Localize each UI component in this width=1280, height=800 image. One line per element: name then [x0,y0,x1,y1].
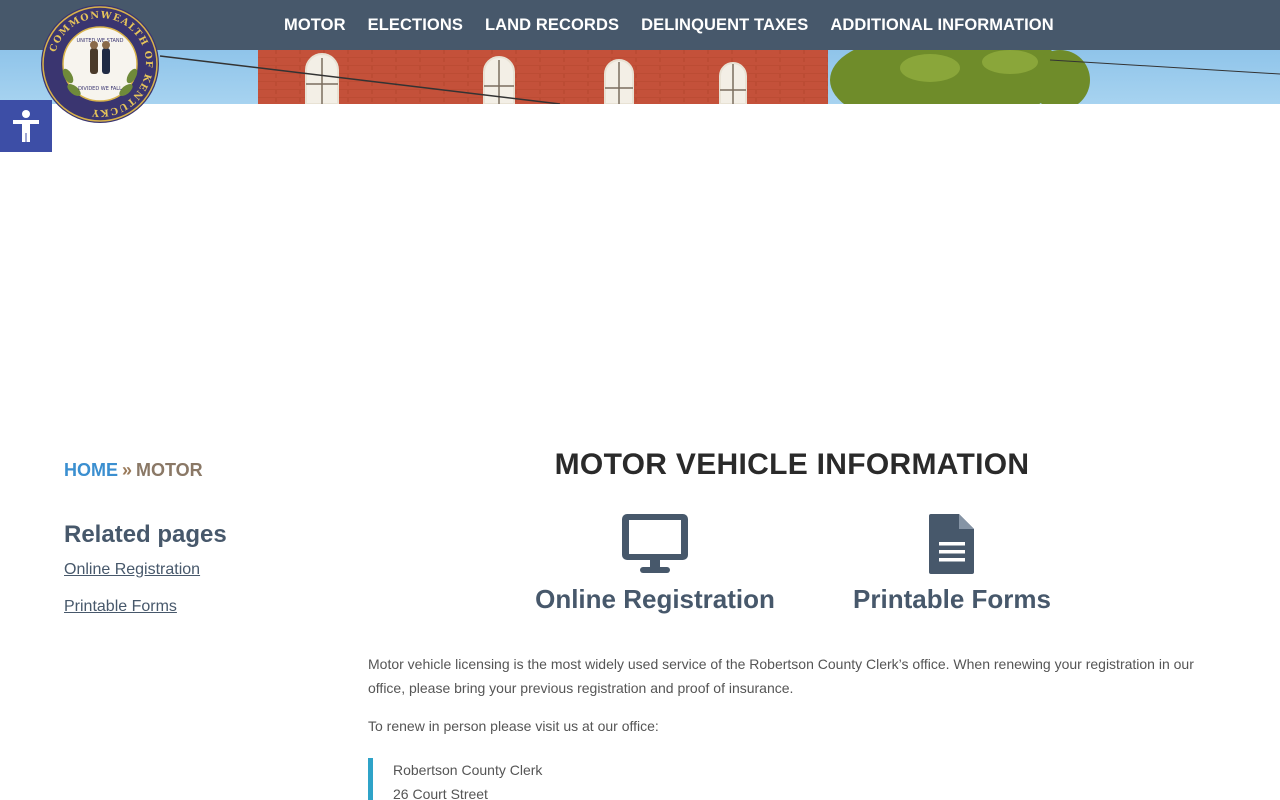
nav-item-elections[interactable]: ELECTIONS [368,16,463,35]
site-header: MOTOR ELECTIONS LAND RECORDS DELINQUENT … [0,0,1280,104]
online-registration-label: Online Registration [535,584,775,614]
address-block: Robertson County Clerk 26 Court Street [368,758,542,800]
nav-item-land-records[interactable]: LAND RECORDS [485,16,619,35]
breadcrumb-separator: » [122,460,133,480]
monitor-icon [622,514,688,573]
svg-text:UNITED WE STAND: UNITED WE STAND [76,38,123,44]
accessibility-icon [13,110,39,142]
breadcrumb-home-link[interactable]: HOME [64,460,118,480]
printable-forms-card[interactable]: Printable Forms [846,512,1058,615]
intro-paragraph: Motor vehicle licensing is the most wide… [368,656,1194,696]
related-link-printable-forms[interactable]: Printable Forms [64,598,177,616]
related-pages-heading: Related pages [64,521,227,548]
kentucky-seal-logo[interactable]: COMMONWEALTH OF KENTUCKY UNITED WE STAND… [40,4,160,124]
page-title: MOTOR VEHICLE INFORMATION [554,448,1030,481]
address-line-2: 26 Court Street [393,786,488,800]
renew-paragraph: To renew in person please visit us at ou… [368,718,659,734]
document-icon [929,514,974,574]
seal-icon: COMMONWEALTH OF KENTUCKY UNITED WE STAND… [41,5,159,123]
nav-item-motor[interactable]: MOTOR [284,16,346,35]
hero-banner-image [0,50,1280,104]
nav-item-additional-information[interactable]: ADDITIONAL INFORMATION [830,16,1053,35]
online-registration-card[interactable]: Online Registration [528,512,782,615]
breadcrumb: HOME» MOTOR [64,460,203,481]
nav-item-delinquent-taxes[interactable]: DELINQUENT TAXES [641,16,808,35]
main-nav: MOTOR ELECTIONS LAND RECORDS DELINQUENT … [284,0,1076,50]
related-link-online-registration[interactable]: Online Registration [64,561,200,579]
printable-forms-label: Printable Forms [853,584,1051,614]
address-line-1: Robertson County Clerk [393,762,543,778]
accessibility-button[interactable] [0,100,52,152]
breadcrumb-current: MOTOR [136,460,203,480]
courthouse-photo [159,50,1280,104]
svg-text:DIVIDED WE FALL: DIVIDED WE FALL [78,86,122,92]
